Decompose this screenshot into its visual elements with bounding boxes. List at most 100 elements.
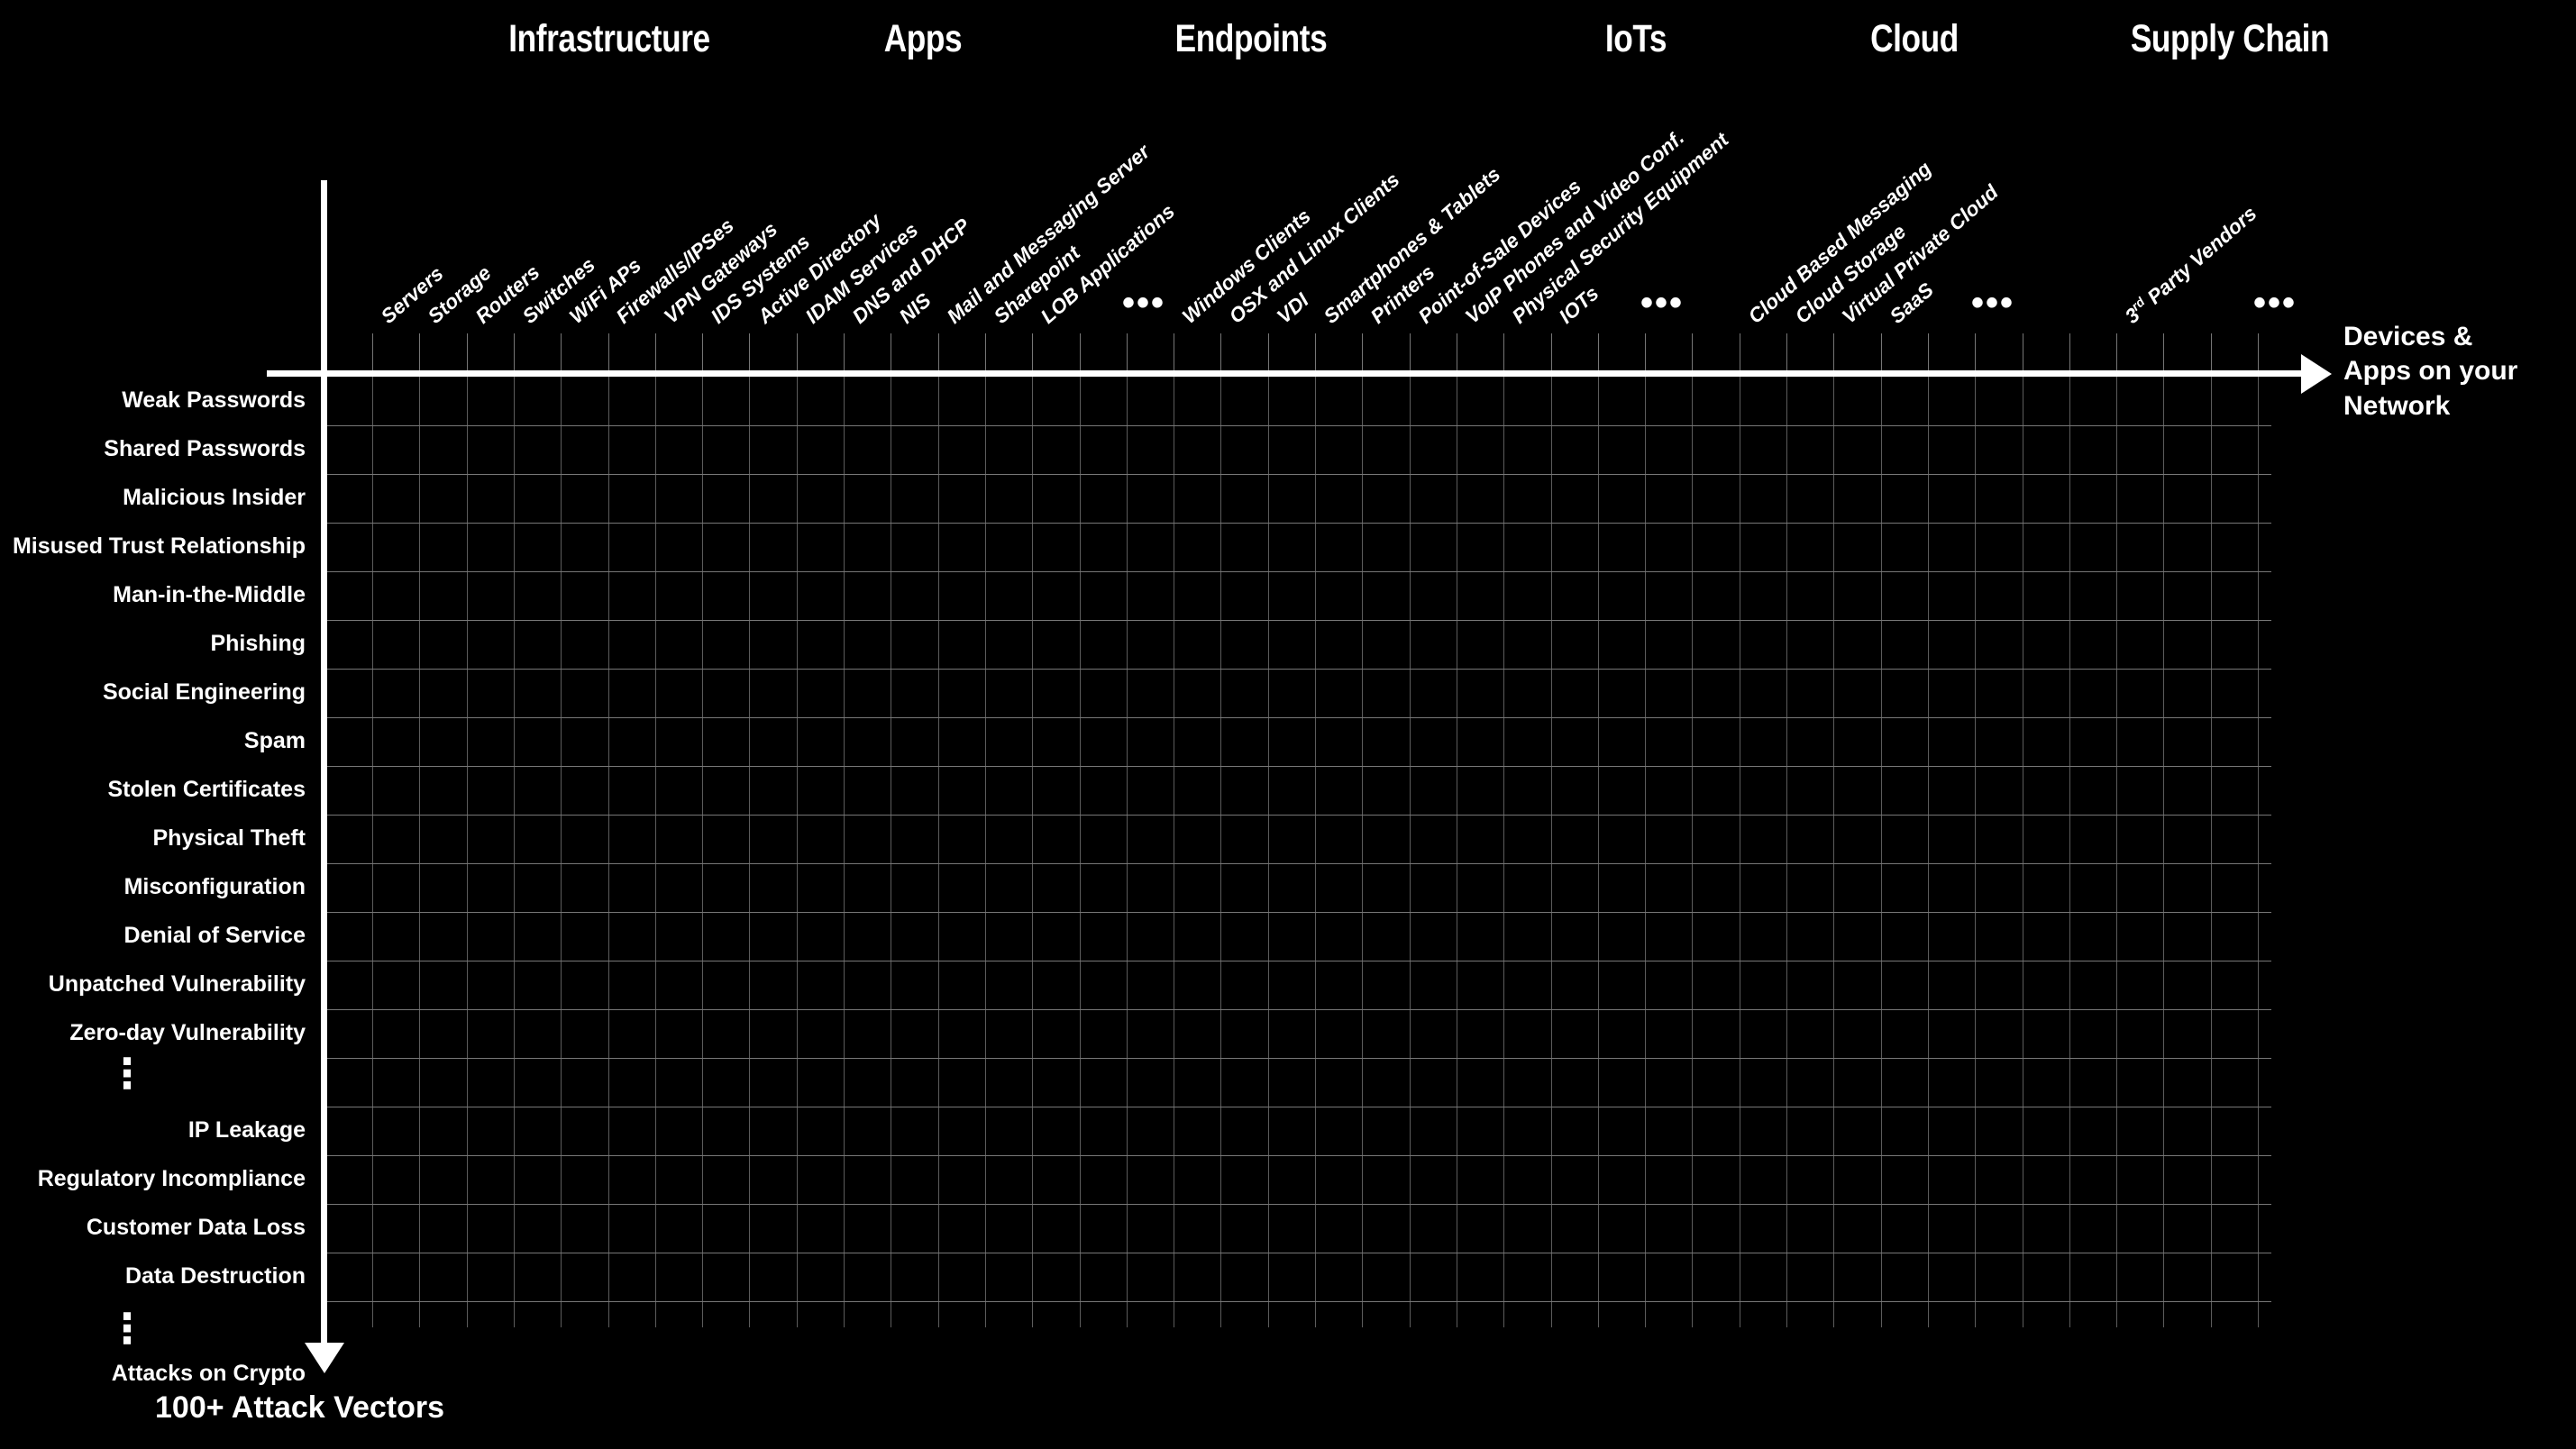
column-tick-mark <box>844 333 845 370</box>
row-label: Attacks on Crypto <box>111 1361 306 1386</box>
column-tick-mark <box>1551 333 1552 370</box>
grid-horizontal-line <box>324 912 2271 913</box>
column-tick-mark <box>1598 333 1599 370</box>
column-label: VDI <box>1272 288 1313 328</box>
grid-vertical-line <box>2069 377 2070 1327</box>
column-tick-mark <box>749 333 750 370</box>
column-tick-mark <box>1975 333 1976 370</box>
row-label: Denial of Service <box>123 923 306 948</box>
grid-horizontal-line <box>324 863 2271 864</box>
x-axis-line <box>267 370 2303 377</box>
grid-vertical-line <box>844 377 845 1327</box>
grid-vertical-line <box>1503 377 1504 1327</box>
grid-vertical-line <box>2211 377 2212 1327</box>
column-tick-mark <box>2163 333 2164 370</box>
grid-vertical-line <box>985 377 986 1327</box>
grid-horizontal-line <box>324 669 2271 670</box>
grid-horizontal-line <box>324 1204 2271 1205</box>
column-label: NIS <box>894 288 936 328</box>
grid-vertical-line <box>1080 377 1081 1327</box>
column-tick-mark <box>1220 333 1221 370</box>
column-tick-mark <box>1080 333 1081 370</box>
grid-horizontal-line <box>324 571 2271 572</box>
row-label: IP Leakage <box>187 1117 306 1143</box>
grid-horizontal-line <box>324 425 2271 426</box>
grid-vertical-line <box>1127 377 1128 1327</box>
grid-vertical-line <box>1268 377 1269 1327</box>
column-ellipsis: ••• <box>1971 283 2015 323</box>
y-axis-line <box>321 180 327 1344</box>
grid-vertical-line <box>1975 377 1976 1327</box>
column-tick-mark <box>1692 333 1693 370</box>
column-ellipsis: ••• <box>2253 283 2297 323</box>
grid-horizontal-line <box>324 1155 2271 1156</box>
column-tick-mark <box>985 333 986 370</box>
column-ellipsis: ••• <box>1122 283 1166 323</box>
grid-horizontal-line <box>324 523 2271 524</box>
column-tick-mark <box>1786 333 1787 370</box>
grid-vertical-line <box>1362 377 1363 1327</box>
grid-vertical-line <box>419 377 420 1327</box>
column-ellipsis: ••• <box>1640 283 1685 323</box>
column-tick-mark <box>514 333 515 370</box>
row-ellipsis: ⋮ <box>106 1305 148 1352</box>
grid-vertical-line <box>1315 377 1316 1327</box>
x-axis-arrow-icon <box>2301 353 2332 394</box>
column-tick-mark <box>372 333 373 370</box>
row-label: Misused Trust Relationship <box>12 533 306 559</box>
grid-vertical-line <box>1692 377 1693 1327</box>
column-tick-mark <box>1645 333 1646 370</box>
grid-vertical-line <box>2163 377 2164 1327</box>
grid-vertical-line <box>1645 377 1646 1327</box>
row-label: Zero-day Vulnerability <box>69 1020 306 1045</box>
row-label: Physical Theft <box>152 825 306 851</box>
grid-vertical-line <box>1928 377 1929 1327</box>
grid-horizontal-line <box>324 1301 2271 1302</box>
column-tick-mark <box>2211 333 2212 370</box>
row-label: Regulatory Incompliance <box>37 1166 306 1191</box>
column-tick-mark <box>1833 333 1834 370</box>
row-label: Shared Passwords <box>104 436 306 461</box>
row-label: Data Destruction <box>124 1263 306 1289</box>
column-tick-mark <box>2116 333 2117 370</box>
column-group-header: Supply Chain <box>2130 17 2330 60</box>
grid-horizontal-line <box>324 766 2271 767</box>
x-axis-title: Devices & Apps on your Network <box>2343 322 2518 421</box>
column-tick-mark <box>797 333 798 370</box>
grid-vertical-line <box>655 377 656 1327</box>
grid-horizontal-line <box>324 717 2271 718</box>
row-label: Customer Data Loss <box>86 1215 306 1240</box>
column-tick-mark <box>467 333 468 370</box>
column-tick-mark <box>2069 333 2070 370</box>
y-axis-arrow-icon <box>304 1343 344 1373</box>
grid-vertical-line <box>467 377 468 1327</box>
column-tick-mark <box>702 333 703 370</box>
grid-vertical-line <box>702 377 703 1327</box>
row-label: Spam <box>243 728 306 753</box>
grid-horizontal-line <box>324 620 2271 621</box>
grid-vertical-line <box>1220 377 1221 1327</box>
grid-vertical-line <box>1881 377 1882 1327</box>
row-ellipsis: ⋮ <box>106 1050 148 1097</box>
column-tick-mark <box>1928 333 1929 370</box>
grid-vertical-line <box>1551 377 1552 1327</box>
grid-vertical-line <box>1833 377 1834 1327</box>
column-tick-mark <box>1503 333 1504 370</box>
row-label: Malicious Insider <box>123 485 306 510</box>
grid-vertical-line <box>938 377 939 1327</box>
grid-vertical-line <box>797 377 798 1327</box>
grid-area <box>324 377 2271 1327</box>
y-axis-title: 100+ Attack Vectors <box>155 1390 444 1425</box>
row-label: Misconfiguration <box>123 874 306 899</box>
column-tick-mark <box>1315 333 1316 370</box>
column-tick-mark <box>1881 333 1882 370</box>
grid-horizontal-line <box>324 1009 2271 1010</box>
grid-vertical-line <box>1786 377 1787 1327</box>
grid-horizontal-line <box>324 474 2271 475</box>
grid-vertical-line <box>514 377 515 1327</box>
row-label: Man-in-the-Middle <box>113 582 306 607</box>
row-label: Stolen Certificates <box>107 777 306 802</box>
column-tick-mark <box>2258 333 2259 370</box>
column-tick-mark <box>1410 333 1411 370</box>
row-label: Phishing <box>210 631 306 656</box>
